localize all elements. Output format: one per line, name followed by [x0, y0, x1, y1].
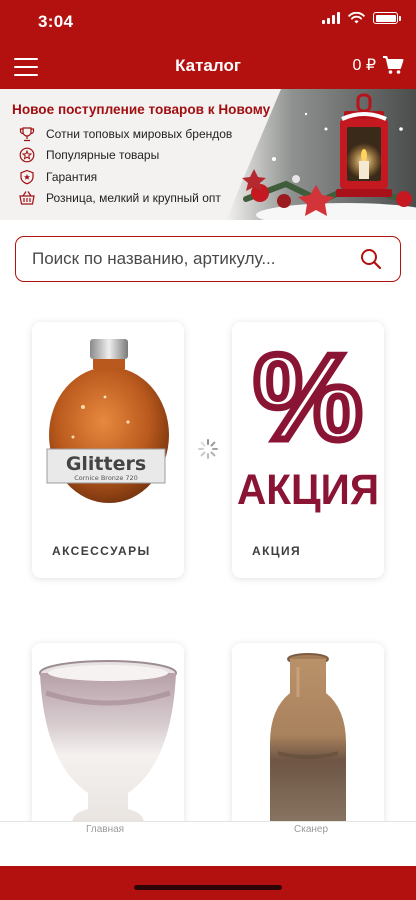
banner-feature-text: Сотни топовых мировых брендов	[46, 126, 233, 141]
banner-feature-text: Популярные товары	[46, 148, 160, 163]
category-label: АКЦИЯ	[252, 544, 302, 558]
category-card-promo[interactable]: % АКЦИЯ АКЦИЯ	[232, 322, 384, 578]
search-icon[interactable]	[360, 248, 382, 270]
cart-total: 0 ₽	[352, 57, 376, 74]
glitter-label: Glitters	[66, 453, 146, 475]
vase-pot-image	[39, 660, 177, 823]
glitter-bottle-image: Glitters Cornice Bronze 720	[46, 339, 169, 503]
banner-feature: Розница, мелкий и крупный опт	[18, 188, 232, 210]
wifi-icon	[348, 12, 365, 24]
banner-feature: Гарантия	[18, 166, 232, 188]
app-header: 3:04 Каталог 0 ₽	[0, 0, 416, 89]
app-screen: 3:04 Каталог 0 ₽ Новое поступление товар…	[0, 0, 416, 900]
shield-icon	[18, 168, 36, 186]
tab-scanner[interactable]: Сканер	[294, 824, 328, 835]
vase-bottle-image	[270, 653, 346, 828]
trophy-icon	[18, 125, 36, 143]
status-time: 3:04	[38, 12, 74, 31]
category-image	[232, 643, 384, 843]
basket-icon	[18, 189, 36, 207]
shopping-cart-icon	[383, 56, 404, 74]
category-image	[32, 643, 184, 843]
battery-icon	[373, 12, 401, 24]
banner-feature-text: Розница, мелкий и крупный опт	[46, 191, 221, 206]
banner-features: Сотни топовых мировых брендов Популярные…	[18, 123, 232, 209]
banner-feature: Популярные товары	[18, 145, 232, 167]
bottom-bar	[0, 866, 416, 900]
loading-spinner-icon	[198, 439, 218, 459]
banner-feature-text: Гарантия	[46, 169, 98, 184]
tab-home[interactable]: Главная	[86, 824, 124, 835]
category-card[interactable]	[32, 643, 184, 843]
banner-feature: Сотни топовых мировых брендов	[18, 123, 232, 145]
bottom-tab-bar: Главная Сканер	[0, 821, 416, 866]
search-bar	[15, 236, 401, 282]
promo-percent: %	[254, 329, 362, 465]
status-icons	[322, 12, 401, 24]
promo-word: АКЦИЯ	[237, 466, 379, 514]
category-card[interactable]	[232, 643, 384, 843]
home-indicator[interactable]	[134, 885, 282, 890]
category-card-accessories[interactable]: Glitters Cornice Bronze 720 АКСЕССУАРЫ	[32, 322, 184, 578]
promo-percent-image: % АКЦИЯ	[237, 326, 379, 515]
banner-lantern-image	[226, 89, 416, 220]
category-image: % АКЦИЯ	[232, 322, 384, 522]
category-label: АКСЕССУАРЫ	[52, 544, 151, 558]
signal-icon	[322, 12, 340, 24]
glitter-sublabel: Cornice Bronze 720	[74, 474, 138, 482]
promo-banner[interactable]: Новое поступление товаров к Новому году …	[0, 89, 416, 220]
search-input[interactable]	[32, 237, 352, 281]
star-badge-icon	[18, 146, 36, 164]
category-image: Glitters Cornice Bronze 720	[32, 322, 184, 522]
cart-button[interactable]: 0 ₽	[352, 55, 404, 75]
